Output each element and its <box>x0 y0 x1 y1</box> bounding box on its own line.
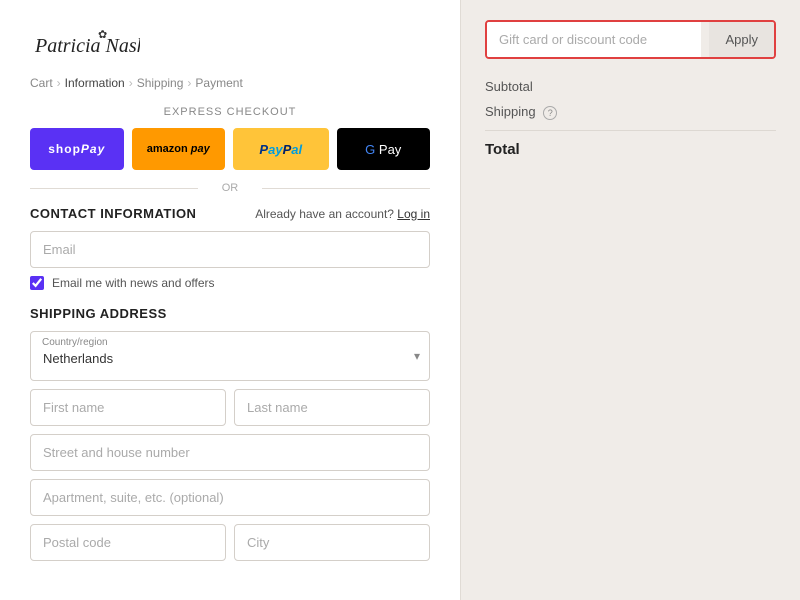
shoppay-icon: shopPay <box>48 142 105 156</box>
name-row <box>30 389 430 426</box>
or-divider: OR <box>30 182 430 194</box>
total-row: Total <box>485 141 776 158</box>
logo: ✿ Patricia Nash <box>30 20 430 68</box>
breadcrumb-sep-2: › <box>129 76 133 90</box>
express-checkout-label: EXPRESS CHECKOUT <box>30 106 430 118</box>
breadcrumb-cart[interactable]: Cart <box>30 76 53 90</box>
postal-city-row <box>30 524 430 561</box>
shipping-row: Shipping ? <box>485 104 776 120</box>
city-input[interactable] <box>234 524 430 561</box>
contact-title: CONTACT INFORMATION <box>30 206 196 221</box>
subtotal-row: Subtotal <box>485 79 776 94</box>
newsletter-checkbox[interactable] <box>30 276 44 290</box>
shipping-label: Shipping ? <box>485 104 557 120</box>
express-checkout-buttons: shopPay amazon pay PayPal G Pay <box>30 128 430 170</box>
login-link-text: Already have an account? Log in <box>255 207 430 221</box>
discount-input[interactable] <box>487 22 701 57</box>
right-panel: Apply Subtotal Shipping ? Total <box>460 0 800 600</box>
subtotal-label: Subtotal <box>485 79 533 94</box>
country-select[interactable]: Netherlands <box>30 331 430 381</box>
shipping-info-icon[interactable]: ? <box>543 106 557 120</box>
svg-text:Patricia Nash: Patricia Nash <box>34 35 140 57</box>
discount-row: Apply <box>485 20 776 59</box>
paypal-button[interactable]: PayPal <box>233 128 329 170</box>
breadcrumb-payment[interactable]: Payment <box>195 76 242 90</box>
total-label: Total <box>485 141 520 158</box>
breadcrumb-information[interactable]: Information <box>65 76 125 90</box>
login-anchor[interactable]: Log in <box>397 207 430 221</box>
logo-svg: ✿ Patricia Nash <box>30 20 140 68</box>
apartment-input[interactable] <box>30 479 430 516</box>
breadcrumb-sep-3: › <box>187 76 191 90</box>
amazonpay-button[interactable]: amazon pay <box>132 128 226 170</box>
gpay-button[interactable]: G Pay <box>337 128 431 170</box>
newsletter-label: Email me with news and offers <box>52 276 215 290</box>
summary-divider <box>485 130 776 131</box>
paypal-icon: PayPal <box>259 142 302 157</box>
breadcrumb-sep-1: › <box>57 76 61 90</box>
shoppay-button[interactable]: shopPay <box>30 128 124 170</box>
email-input[interactable] <box>30 231 430 268</box>
breadcrumb: Cart › Information › Shipping › Payment <box>30 76 430 90</box>
last-name-input[interactable] <box>234 389 430 426</box>
amazonpay-icon: amazon pay <box>147 143 210 155</box>
country-select-wrapper: Country/region Netherlands ▾ <box>30 331 430 381</box>
apply-button[interactable]: Apply <box>709 22 774 57</box>
shipping-section: SHIPPING ADDRESS Country/region Netherla… <box>30 306 430 561</box>
breadcrumb-shipping[interactable]: Shipping <box>137 76 184 90</box>
first-name-input[interactable] <box>30 389 226 426</box>
logo-area: ✿ Patricia Nash <box>30 20 430 68</box>
gpay-icon: G Pay <box>365 142 401 157</box>
shipping-title: SHIPPING ADDRESS <box>30 306 430 321</box>
contact-header: CONTACT INFORMATION Already have an acco… <box>30 206 430 221</box>
street-input[interactable] <box>30 434 430 471</box>
postal-input[interactable] <box>30 524 226 561</box>
newsletter-row: Email me with news and offers <box>30 276 430 290</box>
left-panel: ✿ Patricia Nash Cart › Information › Shi… <box>0 0 460 600</box>
